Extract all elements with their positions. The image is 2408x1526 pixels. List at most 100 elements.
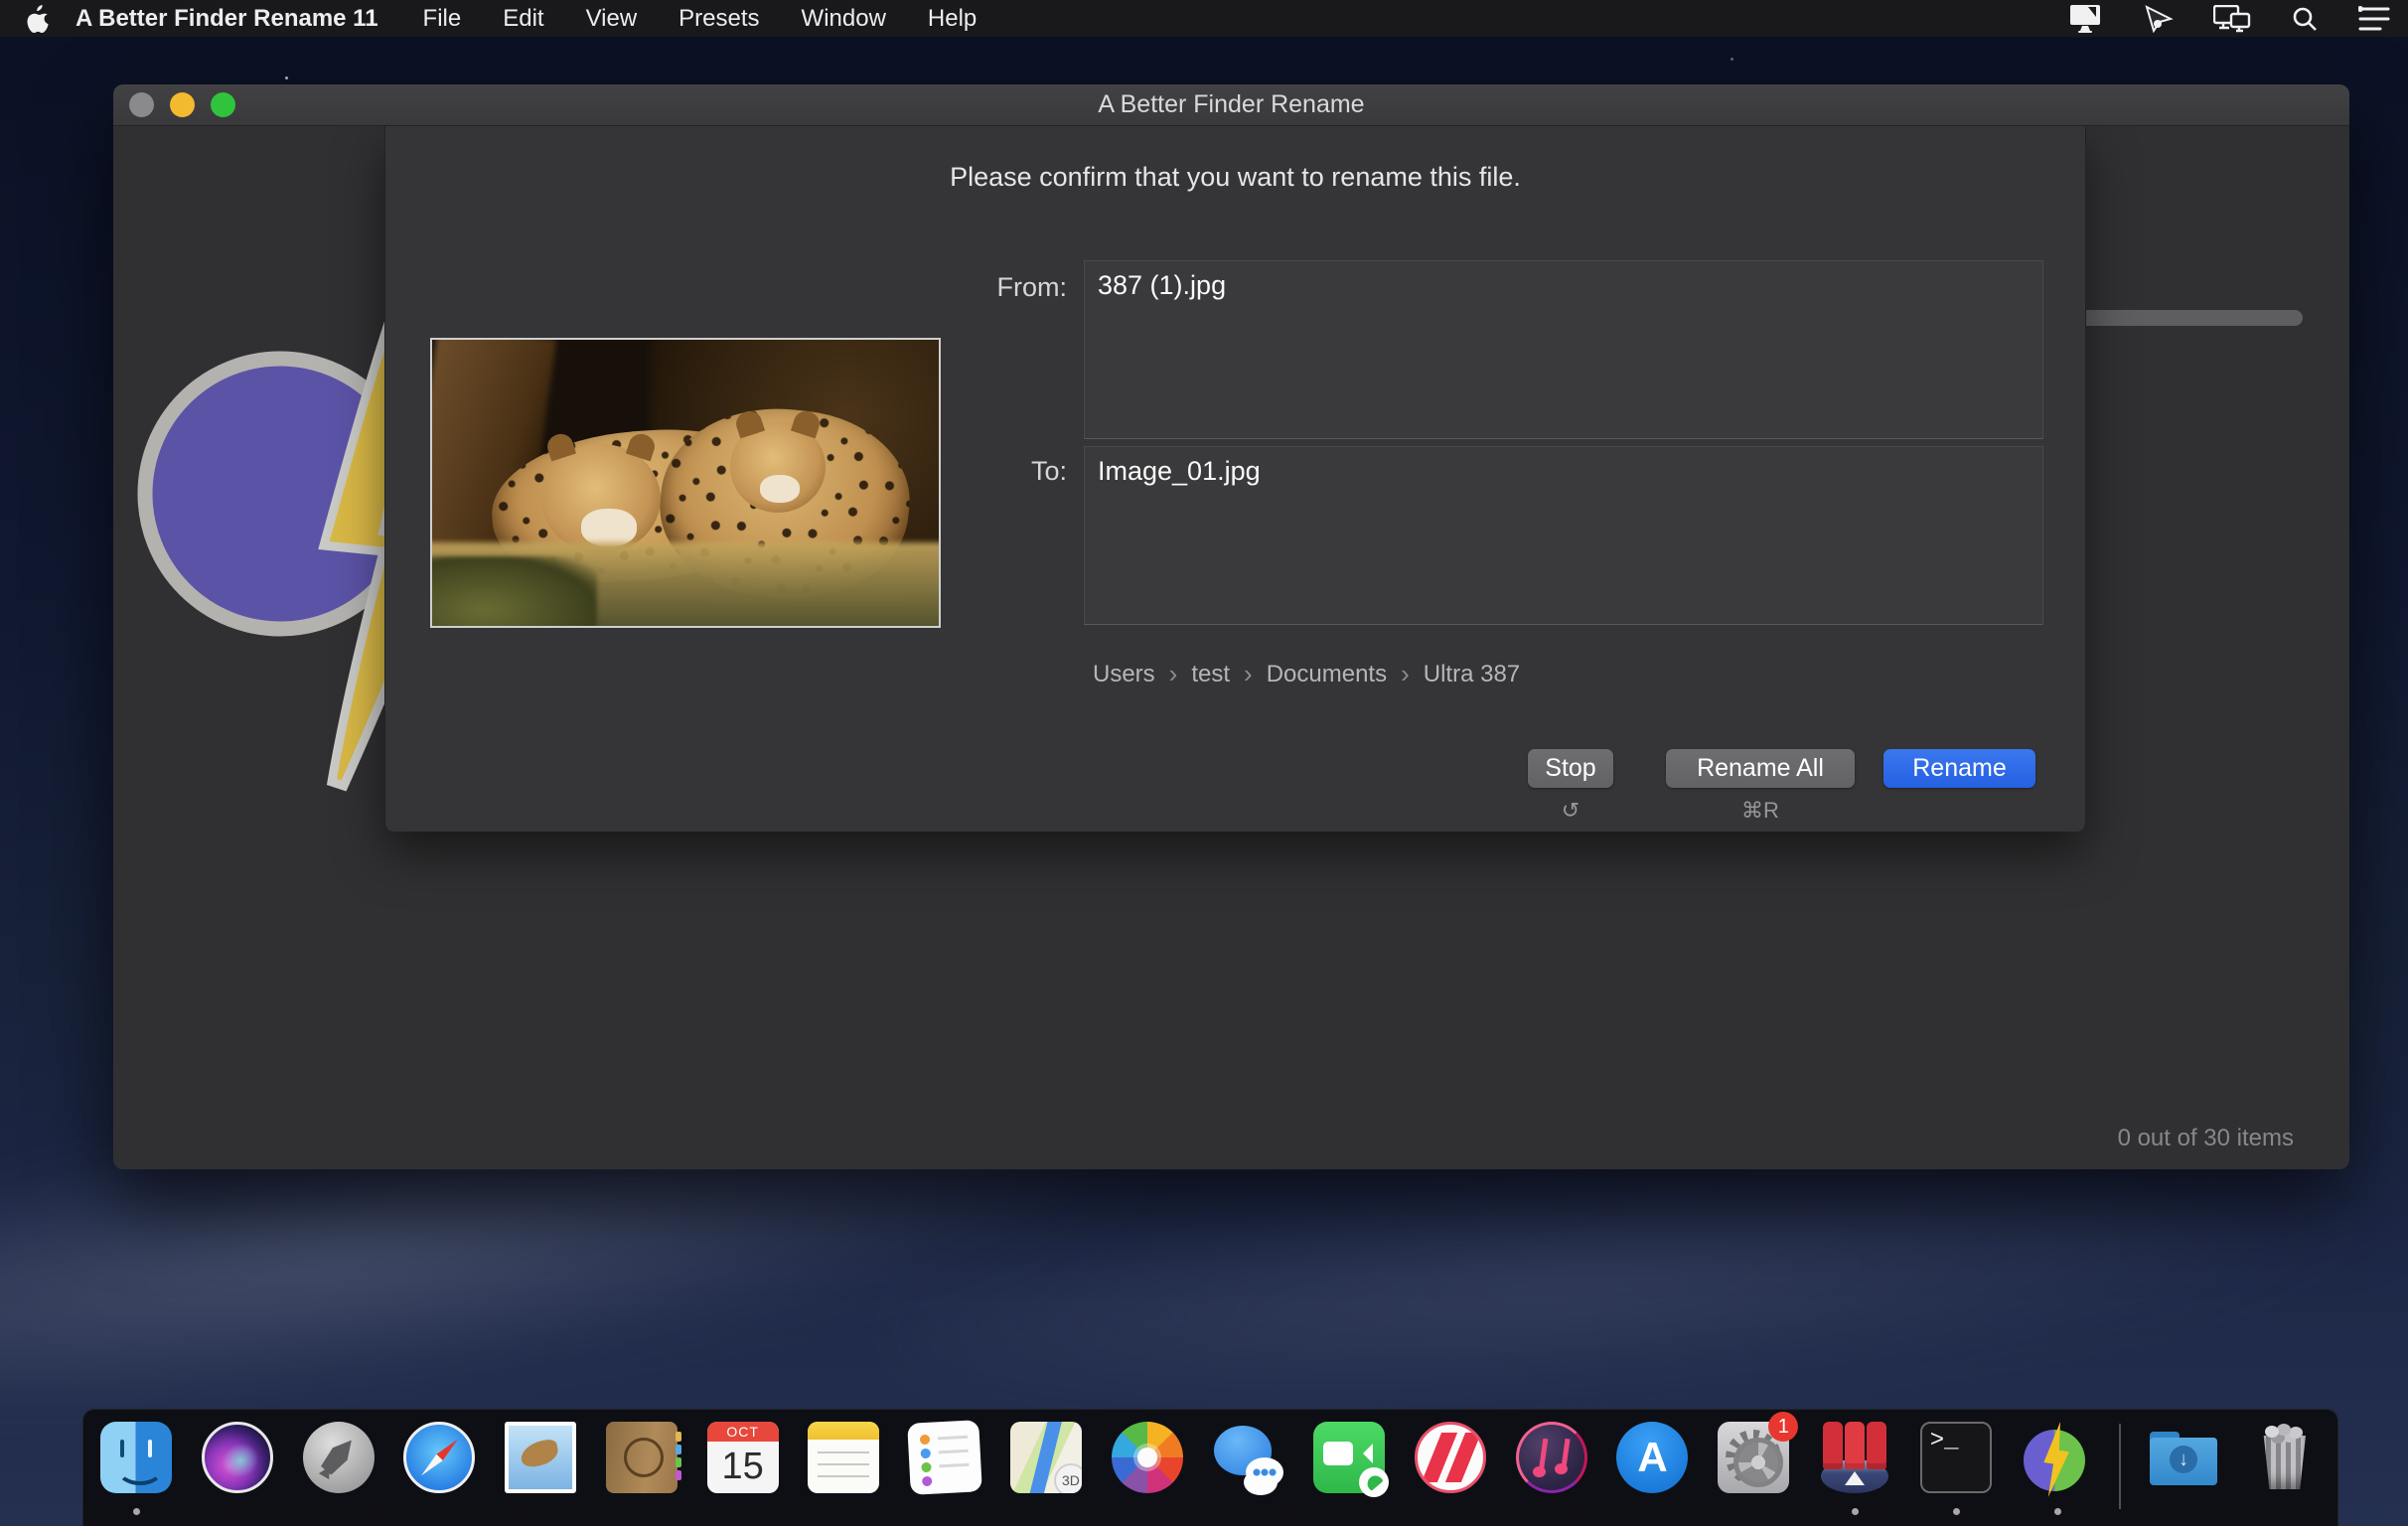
search-icon[interactable] [2291,5,2319,33]
from-filename-box: 387 (1).jpg [1084,260,2043,439]
confirm-message: Please confirm that you want to rename t… [385,162,2085,193]
dock-icon-contacts[interactable] [603,1420,680,1519]
itunes-icon [1516,1422,1587,1493]
from-label: From: [838,272,1067,303]
safari-icon [403,1422,475,1493]
menu-presets[interactable]: Presets [658,5,780,33]
running-indicator [1852,1508,1859,1515]
to-filename: Image_01.jpg [1098,456,1261,486]
downloads-icon: ↓ [2148,1422,2219,1493]
desktop: A Better Finder Rename 11 File Edit View… [0,0,2408,1526]
trash-icon [2249,1422,2321,1493]
menu-help[interactable]: Help [907,5,997,33]
menu-file[interactable]: File [402,5,483,33]
rename-all-shortcut-hint: ⌘R [1666,798,1855,824]
breadcrumb-segment[interactable]: Users [1093,661,1155,688]
menu-list-icon[interactable] [2358,6,2390,32]
dock-icon-downloads[interactable]: ↓ [2145,1420,2222,1519]
calendar-month: OCT [707,1422,779,1442]
dock-icon-terminal[interactable]: >_ [1917,1420,1995,1519]
rename-button[interactable]: Rename [1883,749,2035,788]
dock-icon-messages[interactable] [1209,1420,1286,1519]
thumbnail-art [760,475,800,503]
maps-3d-label: 3D [1054,1463,1082,1493]
to-label: To: [838,456,1067,487]
finder-icon [100,1422,172,1493]
launchpad-icon [303,1422,375,1493]
stop-shortcut-hint: ↺ [1528,798,1613,824]
wallpaper-star [285,76,288,79]
dock: OCT153DA1>_↓ [82,1409,2338,1526]
breadcrumb-segment[interactable]: test [1191,661,1230,688]
dock-icon-notes[interactable] [805,1420,882,1519]
dock-icon-facetime[interactable] [1310,1420,1388,1519]
siri-icon [202,1422,273,1493]
dock-icon-safari[interactable] [400,1420,478,1519]
to-filename-box[interactable]: Image_01.jpg [1084,446,2043,625]
menu-window[interactable]: Window [781,5,907,33]
dock-icon-reminders[interactable] [906,1420,983,1519]
photos-icon [1112,1422,1183,1493]
apple-menu-icon[interactable] [26,5,52,33]
breadcrumb-separator: › [1244,659,1253,689]
displays-icon[interactable] [2213,5,2251,33]
abfr-icon [2022,1422,2093,1493]
screen-sharing-icon[interactable] [2070,5,2104,33]
pointer-tool-icon[interactable] [2144,5,2174,33]
breadcrumb-separator: › [1401,659,1410,689]
running-indicator [133,1508,140,1515]
mail-icon [505,1422,576,1493]
maps-icon: 3D [1010,1422,1082,1493]
thumbnail-art [430,556,597,628]
rename-all-button[interactable]: Rename All [1666,749,1855,788]
window-title: A Better Finder Rename [113,90,2349,119]
frontrow-icon [1819,1422,1890,1493]
dock-icon-mail[interactable] [502,1420,579,1519]
dock-icon-maps[interactable]: 3D [1007,1420,1085,1519]
dock-icon-abfr[interactable] [2019,1420,2096,1519]
dock-icon-news[interactable] [1412,1420,1489,1519]
notification-badge: 1 [1768,1412,1798,1442]
messages-icon [1212,1422,1283,1493]
window-body: 0 out of 30 items Please confirm that yo… [113,126,2349,1168]
dock-icon-finder[interactable] [97,1420,175,1519]
dock-separator [2119,1424,2121,1509]
menu-edit[interactable]: Edit [482,5,564,33]
contacts-icon [606,1422,677,1493]
calendar-day: 15 [707,1442,779,1491]
appstore-icon: A [1616,1422,1688,1493]
app-window: A Better Finder Rename 0 out of 30 items… [113,84,2349,1169]
menu-status-area [2070,0,2390,37]
stop-button[interactable]: Stop [1528,749,1613,788]
reminders-icon [907,1420,982,1495]
dock-icon-frontrow[interactable] [1816,1420,1893,1519]
dock-icon-photos[interactable] [1109,1420,1186,1519]
dock-icon-itunes[interactable] [1513,1420,1590,1519]
facetime-phone-badge [1359,1467,1389,1497]
title-bar[interactable]: A Better Finder Rename [113,84,2349,126]
thumbnail-art [581,509,637,546]
dock-icon-calendar[interactable]: OCT15 [704,1420,782,1519]
app-icon-watermark [113,126,384,1168]
dock-icon-siri[interactable] [199,1420,276,1519]
running-indicator [2054,1508,2061,1515]
wallpaper-star [1731,58,1733,61]
breadcrumb-segment[interactable]: Ultra 387 [1424,661,1520,688]
terminal-prompt: >_ [1930,1428,1959,1454]
file-path-breadcrumb[interactable]: Users › test › Documents › Ultra 387 [1093,659,1520,689]
dock-icon-sysprefs[interactable]: 1 [1715,1420,1792,1519]
dock-icon-appstore[interactable]: A [1613,1420,1691,1519]
frontrow-seats [1823,1422,1843,1463]
breadcrumb-segment[interactable]: Documents [1267,661,1387,688]
calendar-icon: OCT15 [707,1422,779,1493]
breadcrumb-separator: › [1169,659,1178,689]
dock-icon-launchpad[interactable] [300,1420,377,1519]
dock-icon-trash[interactable] [2246,1420,2324,1519]
download-arrow-icon: ↓ [2170,1446,2197,1473]
facetime-icon [1313,1422,1385,1493]
menu-view[interactable]: View [565,5,659,33]
item-count-status: 0 out of 30 items [2118,1125,2294,1152]
notes-icon [808,1422,879,1493]
menu-app-name[interactable]: A Better Finder Rename 11 [75,5,402,33]
news-icon [1415,1422,1486,1493]
